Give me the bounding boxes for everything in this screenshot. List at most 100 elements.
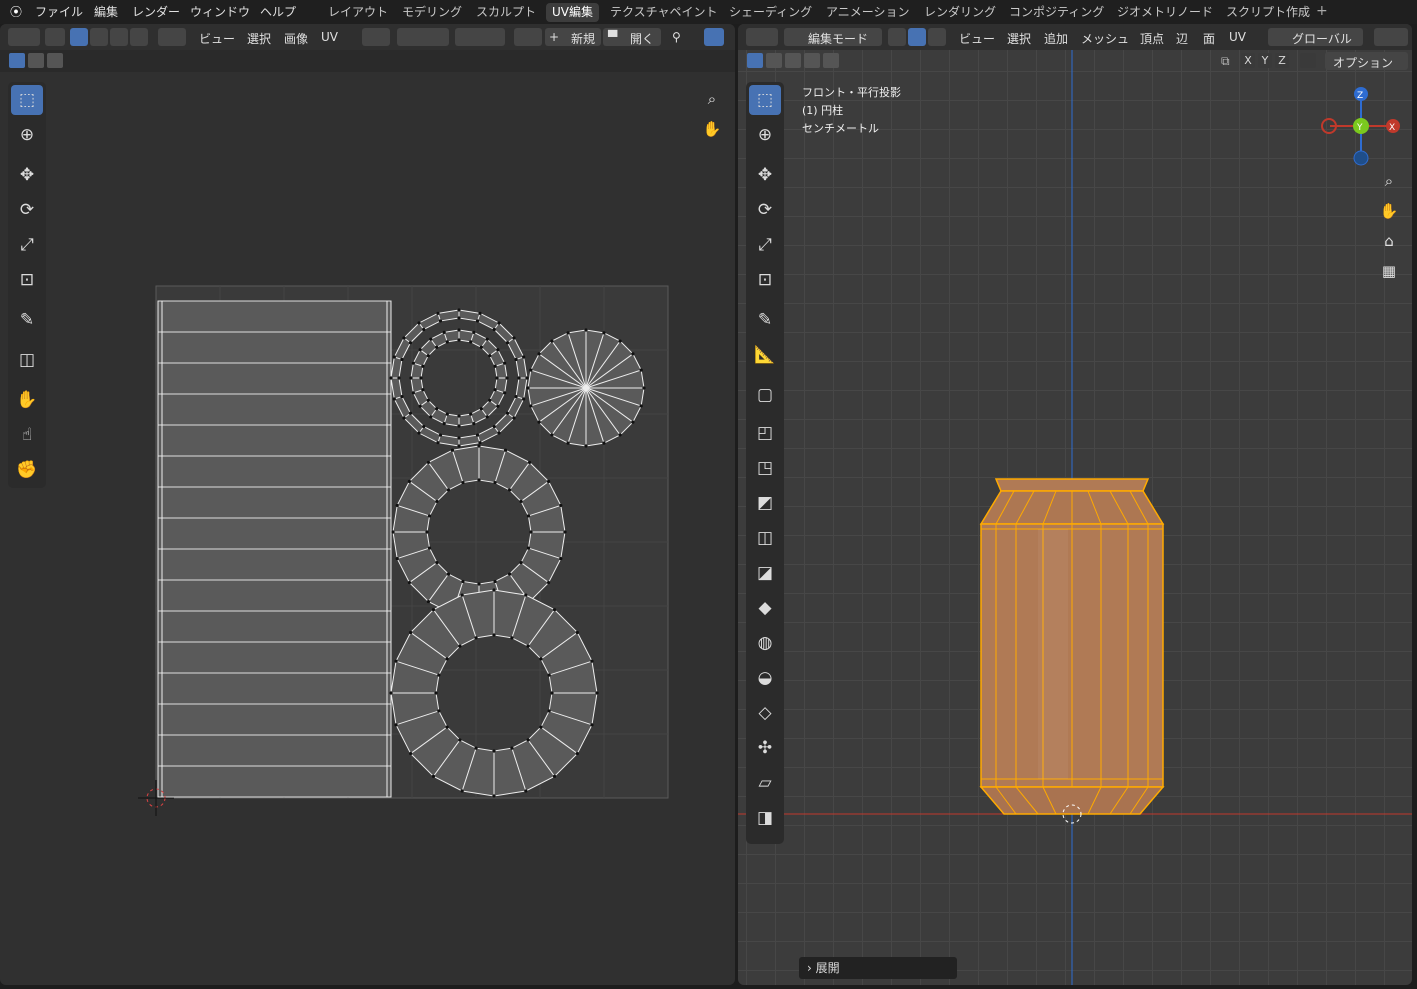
tab-geometry-nodes[interactable]: ジオメトリノード xyxy=(1111,3,1219,22)
editor-type-icon[interactable] xyxy=(8,28,40,46)
extrude-icon[interactable]: ◰ xyxy=(749,418,781,448)
rip-region-icon[interactable]: ◫ xyxy=(11,345,43,375)
shear-icon[interactable]: ▱ xyxy=(749,768,781,798)
shrink-fatten-icon[interactable]: ✣ xyxy=(749,733,781,763)
vp-transform-icon[interactable]: ⊡ xyxy=(749,265,781,295)
tab-shading[interactable]: シェーディング xyxy=(723,3,818,22)
select-subtract-icon[interactable] xyxy=(47,53,63,68)
tab-rendering[interactable]: レンダリング xyxy=(918,3,1002,22)
scale-icon[interactable]: ⤢ xyxy=(11,230,43,260)
pivot-point-icon[interactable] xyxy=(1374,28,1408,46)
vp-move-icon[interactable]: ✥ xyxy=(749,160,781,190)
uv-menu-select[interactable]: 選択 xyxy=(247,30,271,47)
vp-menu-add[interactable]: 追加 xyxy=(1044,30,1068,47)
vertex-select-icon[interactable] xyxy=(70,28,88,46)
vertex-mode-icon[interactable] xyxy=(888,28,906,46)
pin-icon[interactable]: ⚲ xyxy=(672,30,681,44)
grab-icon[interactable]: ✋ xyxy=(11,385,43,415)
mirror-x-toggle[interactable]: X xyxy=(1241,53,1255,68)
knife-icon[interactable]: ◪ xyxy=(749,558,781,588)
face-mode-icon[interactable] xyxy=(928,28,946,46)
snap-icon[interactable] xyxy=(397,28,449,46)
tab-compositing[interactable]: コンポジティング xyxy=(1003,3,1110,22)
edge-slide-icon[interactable]: ◇ xyxy=(749,698,781,728)
loop-cut-icon[interactable]: ◫ xyxy=(749,523,781,553)
navigation-gizmo[interactable]: Z Y X xyxy=(1316,82,1406,172)
tab-scripting[interactable]: スクリプト作成 xyxy=(1220,3,1316,22)
spin-icon[interactable]: ◍ xyxy=(749,628,781,658)
vp-select-box-icon[interactable]: ⬚ xyxy=(749,85,781,115)
proportional-edit-icon[interactable] xyxy=(455,28,505,46)
vp-menu-edge[interactable]: 辺 xyxy=(1176,30,1188,47)
camera-view-icon[interactable]: ⌂ xyxy=(1377,229,1401,253)
vp-select-new-icon[interactable] xyxy=(747,53,763,68)
blender-logo-icon[interactable]: ⦿ xyxy=(10,3,22,20)
add-workspace-icon[interactable]: + xyxy=(1316,3,1328,19)
auto-merge-icon[interactable] xyxy=(1300,53,1316,68)
zoom-icon[interactable]: ⌕ xyxy=(700,87,724,111)
select-new-icon[interactable] xyxy=(9,53,25,68)
menu-render[interactable]: レンダー xyxy=(132,3,180,20)
vp-menu-vertex[interactable]: 頂点 xyxy=(1140,30,1164,47)
mirror-icon[interactable]: ⧉ xyxy=(1221,54,1230,69)
menu-help[interactable]: ヘルプ xyxy=(260,3,296,20)
uv-menu-uv[interactable]: UV xyxy=(321,30,338,44)
vp-select-invert-icon[interactable] xyxy=(804,53,820,68)
bevel-icon[interactable]: ◩ xyxy=(749,488,781,518)
vp-annotate-icon[interactable]: ✎ xyxy=(749,305,781,335)
vp-zoom-icon[interactable]: ⌕ xyxy=(1377,169,1401,193)
edge-select-icon[interactable] xyxy=(90,28,108,46)
annotate-icon[interactable]: ✎ xyxy=(11,305,43,335)
vp-pan-hand-icon[interactable]: ✋ xyxy=(1377,199,1401,223)
image-browse-icon[interactable] xyxy=(514,28,542,46)
menu-window[interactable]: ウィンドウ xyxy=(190,3,250,20)
island-select-icon[interactable] xyxy=(130,28,148,46)
inset-icon[interactable]: ◳ xyxy=(749,453,781,483)
pivot-icon[interactable] xyxy=(362,28,390,46)
add-cube-icon[interactable]: ▢ xyxy=(749,380,781,410)
poly-build-icon[interactable]: ◆ xyxy=(749,593,781,623)
uv-menu-view[interactable]: ビュー xyxy=(199,30,235,47)
measure-icon[interactable]: 📐 xyxy=(749,340,781,370)
move-icon[interactable]: ✥ xyxy=(11,160,43,190)
tab-animation[interactable]: アニメーション xyxy=(820,3,916,22)
vp-menu-select[interactable]: 選択 xyxy=(1007,30,1031,47)
tab-texture-paint[interactable]: テクスチャペイント xyxy=(604,3,724,22)
cursor-icon[interactable]: ⊕ xyxy=(11,120,43,150)
relax-icon[interactable]: ☝ xyxy=(11,420,43,450)
perspective-grid-icon[interactable]: ▦ xyxy=(1377,259,1401,283)
vp-menu-view[interactable]: ビュー xyxy=(959,30,995,47)
rip-icon[interactable]: ◨ xyxy=(749,803,781,833)
select-extend-icon[interactable] xyxy=(28,53,44,68)
pan-hand-icon[interactable]: ✋ xyxy=(700,117,724,141)
vp-rotate-icon[interactable]: ⟳ xyxy=(749,195,781,225)
3d-viewport[interactable]: 編集モード ビュー 選択 追加 メッシュ 頂点 辺 面 UV グローバル ⧉ X… xyxy=(738,24,1412,985)
pinch-icon[interactable]: ✊ xyxy=(11,455,43,485)
smooth-icon[interactable]: ◒ xyxy=(749,663,781,693)
vp-select-subtract-icon[interactable] xyxy=(785,53,801,68)
tab-sculpt[interactable]: スカルプト xyxy=(470,3,542,22)
tab-layout[interactable]: レイアウト xyxy=(322,3,394,22)
face-select-icon[interactable] xyxy=(110,28,128,46)
vp-menu-uv[interactable]: UV xyxy=(1229,30,1246,44)
sticky-select-icon[interactable] xyxy=(158,28,186,46)
rotate-icon[interactable]: ⟳ xyxy=(11,195,43,225)
tab-uv-editing[interactable]: UV編集 xyxy=(546,3,599,22)
last-operation-panel[interactable]: › 展開 xyxy=(799,957,957,979)
uv-editor[interactable]: ビュー 選択 画像 UV + 新規 ▀ 開く ⚲ ⬚ ⊕ ✥ ⟳ ⤢ ⊡ ✎ ◫… xyxy=(0,24,735,985)
vp-menu-mesh[interactable]: メッシュ xyxy=(1081,30,1129,47)
select-box-icon[interactable]: ⬚ xyxy=(11,85,43,115)
vp-menu-face[interactable]: 面 xyxy=(1203,30,1215,47)
menu-file[interactable]: ファイル xyxy=(35,3,83,20)
vp-select-intersect-icon[interactable] xyxy=(823,53,839,68)
uv-menu-image[interactable]: 画像 xyxy=(284,30,308,47)
vp-cursor-icon[interactable]: ⊕ xyxy=(749,120,781,150)
mirror-z-toggle[interactable]: Z xyxy=(1275,53,1289,68)
gizmo-toggle-icon[interactable] xyxy=(704,28,724,46)
edge-mode-icon[interactable] xyxy=(908,28,926,46)
viewport-editor-type-icon[interactable] xyxy=(746,28,778,46)
vp-select-extend-icon[interactable] xyxy=(766,53,782,68)
vp-scale-icon[interactable]: ⤢ xyxy=(749,230,781,260)
tab-modeling[interactable]: モデリング xyxy=(396,3,468,22)
mirror-y-toggle[interactable]: Y xyxy=(1258,53,1272,68)
